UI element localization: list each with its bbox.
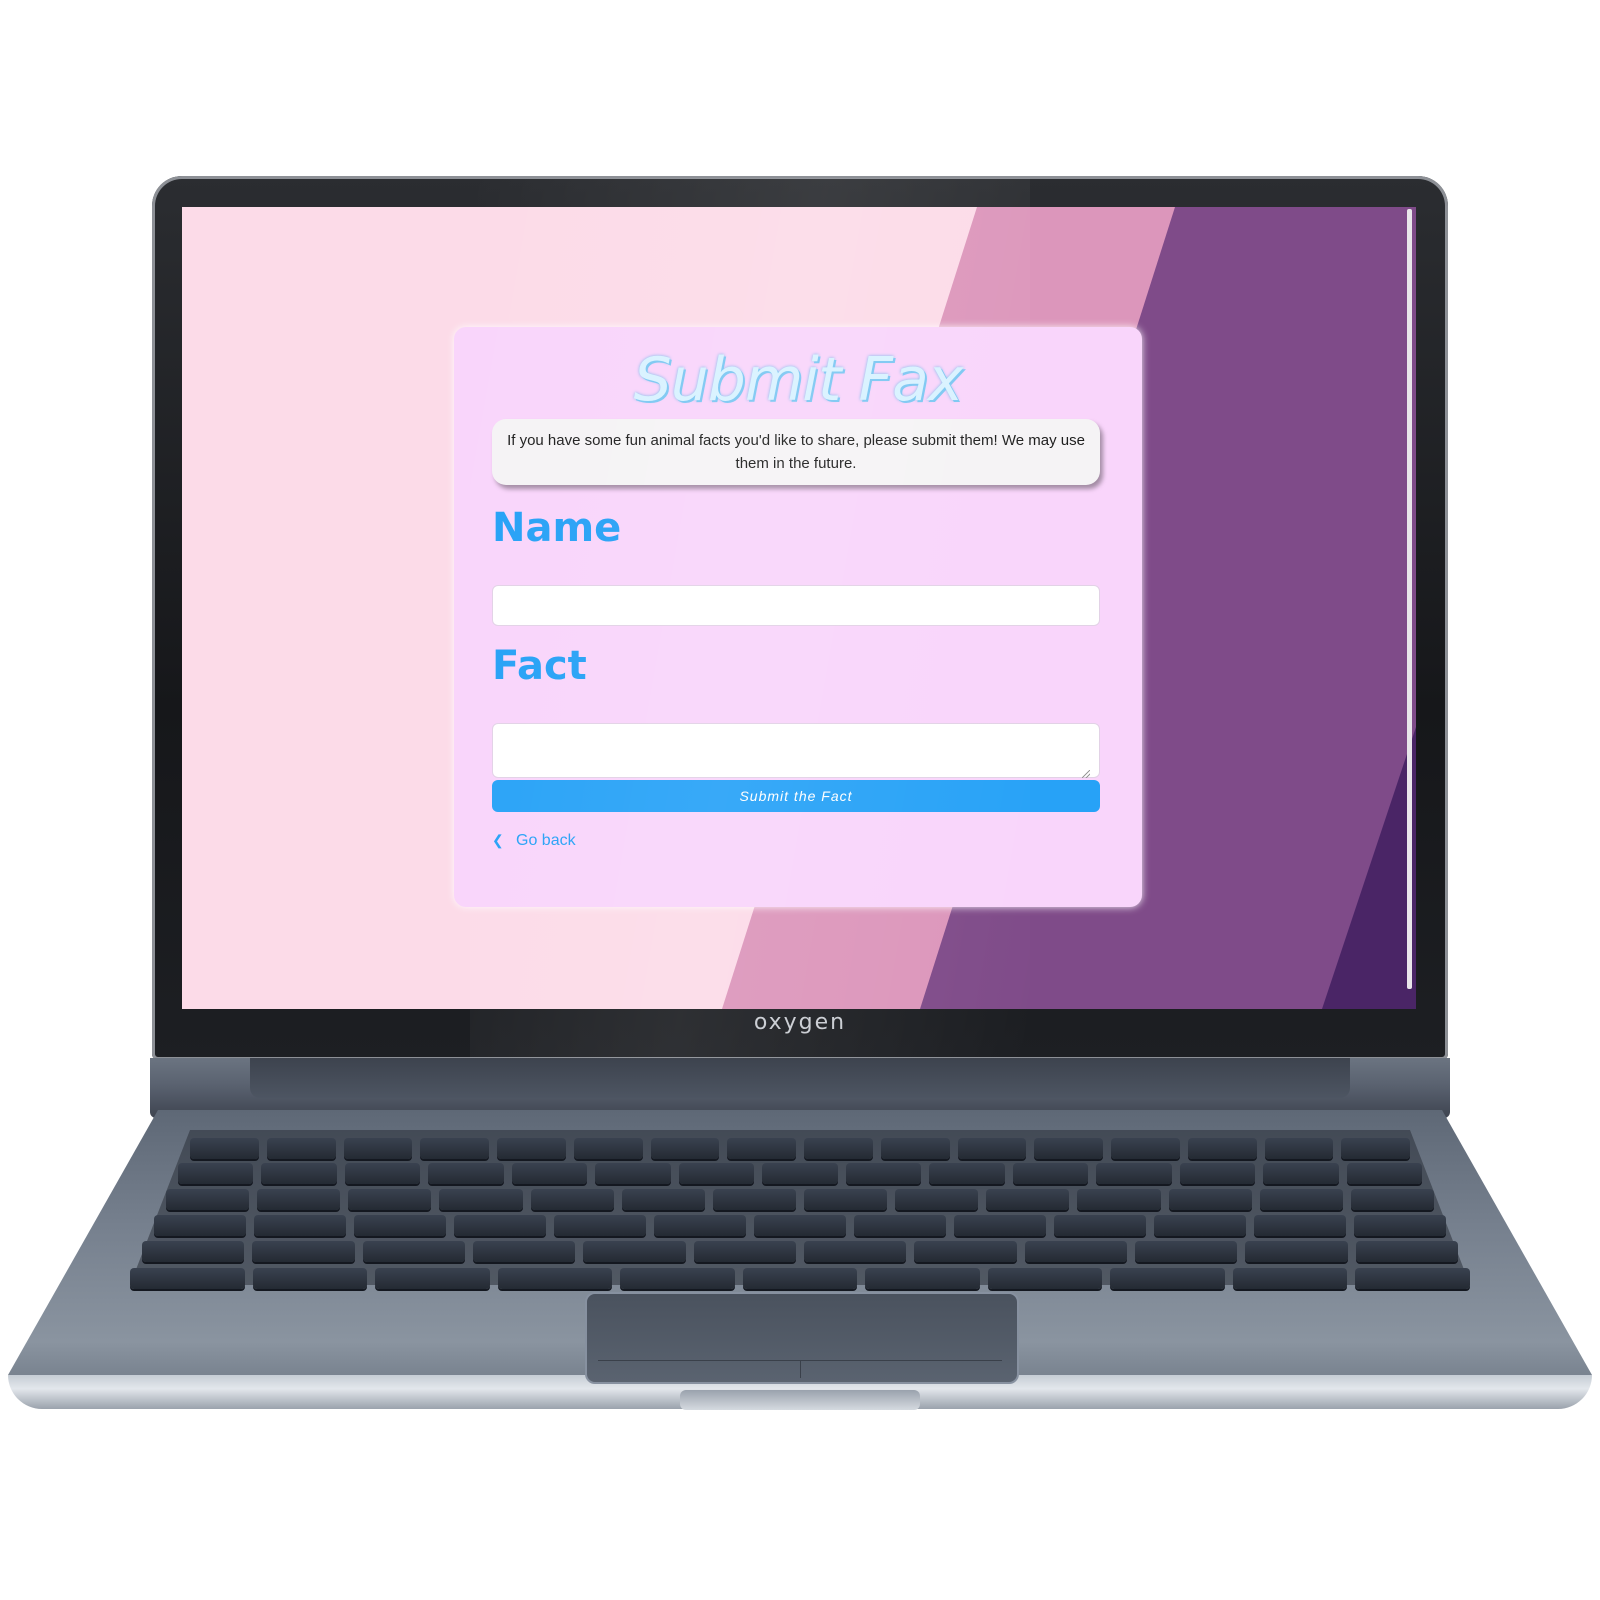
go-back-label: Go back — [516, 832, 576, 849]
name-label: Name — [492, 505, 622, 551]
keyboard — [130, 1130, 1470, 1285]
fact-textarea[interactable] — [492, 723, 1100, 778]
page-title: Submit Fax — [633, 345, 964, 415]
trackpad-split — [800, 1360, 801, 1378]
fact-label: Fact — [492, 643, 587, 689]
screen: Submit Fax If you have some fun animal f… — [182, 207, 1416, 1009]
scrollbar[interactable] — [1407, 209, 1412, 989]
trackpad — [585, 1292, 1019, 1384]
go-back-link[interactable]: ❮ Go back — [492, 832, 576, 850]
laptop-hinge-inner — [250, 1058, 1350, 1098]
laptop-lid-notch — [680, 1390, 920, 1410]
chevron-left-icon: ❮ — [492, 832, 504, 848]
submit-button[interactable]: Submit the Fact — [492, 780, 1100, 812]
textarea-resize-handle[interactable] — [1082, 770, 1090, 778]
submit-card: Submit Fax If you have some fun animal f… — [454, 327, 1142, 907]
brand-logo: oxygen — [753, 1010, 847, 1035]
name-input[interactable] — [492, 585, 1100, 626]
intro-text: If you have some fun animal facts you'd … — [492, 419, 1100, 485]
